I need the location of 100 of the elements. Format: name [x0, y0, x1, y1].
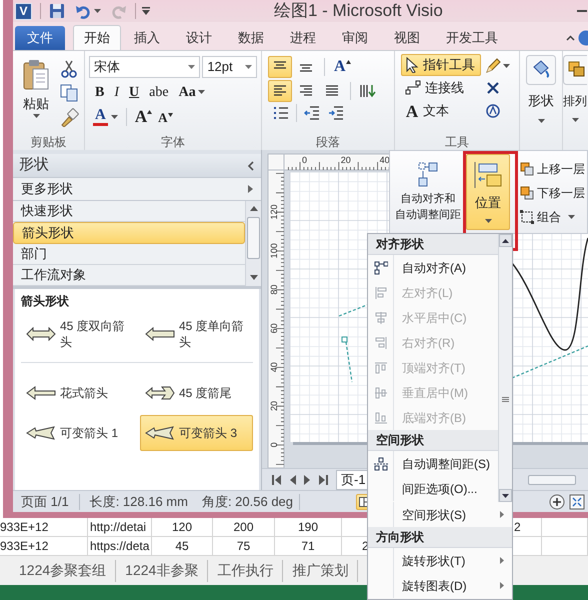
ruler-label: 40	[380, 155, 390, 165]
menu-item[interactable]: 自动调整间距(S)	[368, 451, 498, 476]
pencil-button[interactable]	[485, 56, 510, 76]
sheet-tab[interactable]: 推广策划	[283, 560, 358, 582]
bullet-list-icon[interactable]	[272, 104, 290, 122]
save-icon[interactable]	[49, 3, 65, 19]
text-size-button[interactable]: A	[331, 56, 354, 78]
ribbon-tab[interactable]: 开始	[73, 25, 121, 50]
copy-icon[interactable]	[59, 83, 79, 103]
arrow-shape-icon	[26, 327, 56, 341]
collapse-ribbon-icon[interactable]	[566, 35, 575, 41]
caret-up-icon	[346, 60, 351, 64]
pane-title: 形状	[19, 155, 49, 176]
format-button[interactable]: abe	[145, 82, 173, 102]
auto-align-button[interactable]: 自动对齐和 自动调整间距	[392, 154, 464, 233]
ribbon-tab[interactable]: 数据	[225, 25, 277, 50]
ribbon-tab[interactable]: 插入	[121, 25, 173, 50]
shape-master[interactable]: 45 度单向箭头	[140, 310, 253, 358]
format-button[interactable]: U	[125, 82, 144, 102]
format-button[interactable]: B	[91, 82, 108, 102]
menu-item[interactable]: 自动对齐(A)	[368, 255, 498, 280]
shape-master[interactable]: 45 度箭尾	[140, 375, 253, 411]
more-shapes-button[interactable]: 更多形状	[13, 178, 261, 201]
stencil-item[interactable]: 部门	[13, 244, 245, 265]
table-cell-text: https://deta	[89, 538, 150, 555]
shape-master[interactable]: 可变箭头 3	[140, 415, 253, 451]
stencil-item[interactable]: 箭头形状	[13, 222, 245, 244]
shape-styles-button[interactable]: 形状	[522, 55, 560, 133]
shrink-font-button[interactable]: A	[156, 106, 175, 128]
file-tab[interactable]: 文件	[15, 26, 65, 50]
caret-icon	[110, 115, 118, 119]
font-size-field[interactable]: 12pt	[202, 56, 257, 78]
sheet-tab[interactable]: 工作执行	[208, 560, 284, 582]
text-direction-icon[interactable]	[359, 82, 377, 100]
align-right-icon	[374, 336, 388, 350]
caret-icon	[32, 114, 40, 118]
ribbon-tab[interactable]: 审阅	[329, 25, 381, 50]
caret-icon	[568, 215, 575, 219]
ribbon-tab[interactable]: 开发工具	[433, 25, 511, 50]
ruler-label: 120	[269, 204, 279, 220]
group-label: 段落	[316, 134, 340, 150]
group-button[interactable]: 组合	[520, 206, 585, 228]
arrow-shape-icon	[26, 426, 56, 440]
font-field[interactable]: 宋体	[89, 56, 200, 78]
font-color-button[interactable]: A	[91, 106, 120, 128]
undo-icon[interactable]	[75, 3, 91, 19]
tool-button[interactable]: A 文本	[401, 100, 481, 122]
scroll-down-button[interactable]	[499, 489, 512, 502]
decrease-indent-icon[interactable]	[303, 104, 321, 122]
grow-font-button[interactable]: A	[132, 106, 154, 128]
ruler-label: 100	[269, 243, 279, 258]
arrange-button[interactable]: 排列	[563, 55, 587, 133]
scrollbar[interactable]	[498, 234, 512, 502]
position-button[interactable]: 位置	[466, 154, 510, 230]
format-button[interactable]: Aa	[174, 82, 209, 102]
paste-button[interactable]: 粘贴	[17, 57, 55, 131]
format-painter-icon[interactable]	[59, 107, 79, 127]
stencil-item[interactable]: 工作流对象	[13, 264, 245, 286]
group-label: 剪贴板	[30, 134, 66, 150]
sheet-tab[interactable]: 1224参聚套组	[10, 560, 116, 582]
zoom-in-icon[interactable]	[549, 494, 565, 510]
scrollbar[interactable]	[245, 201, 261, 286]
ribbon-tab[interactable]: 视图	[381, 25, 433, 50]
selection-handle[interactable]	[342, 336, 348, 342]
menu-item[interactable]: 旋转图表(D)	[368, 573, 512, 598]
shape-master[interactable]: 花式箭头	[21, 375, 134, 411]
first-page-icon[interactable]	[272, 474, 281, 484]
bring-forward-button[interactable]: 上移一层	[520, 158, 585, 180]
align-button[interactable]	[268, 80, 292, 102]
collapse-icon[interactable]	[247, 160, 255, 170]
shape-master[interactable]: 可变箭头 1	[21, 415, 134, 451]
caret-icon[interactable]	[94, 9, 101, 13]
shape-master[interactable]: 45 度双向箭头	[21, 310, 134, 358]
ruler-corner	[268, 154, 284, 170]
connection-point-icon[interactable]	[485, 102, 501, 118]
scrollbar[interactable]	[528, 474, 576, 484]
next-page-icon[interactable]	[304, 474, 311, 484]
send-backward-button[interactable]: 下移一层	[520, 182, 585, 204]
tool-button[interactable]: 连接线	[401, 77, 481, 99]
triangle-up-icon	[502, 238, 509, 242]
menu-item[interactable]: 间距选项(O)...	[368, 476, 498, 501]
help-icon[interactable]	[578, 30, 588, 46]
customize-caret-icon[interactable]	[142, 7, 150, 15]
tool-button[interactable]: 指针工具	[401, 54, 481, 76]
sheet-tab[interactable]: 1224非参聚	[116, 560, 208, 582]
table-cell-text: 120	[170, 519, 194, 536]
ribbon-tab[interactable]: 设计	[173, 25, 225, 50]
format-button[interactable]: I	[110, 82, 124, 102]
previous-page-icon[interactable]	[289, 474, 296, 484]
increase-indent-icon[interactable]	[327, 104, 345, 122]
fit-page-icon[interactable]	[569, 494, 585, 510]
arrow-shape-icon	[145, 426, 175, 440]
last-page-icon[interactable]	[319, 474, 328, 484]
scissors-icon[interactable]	[59, 59, 79, 79]
close-icon[interactable]	[485, 80, 501, 96]
scroll-up-button[interactable]	[499, 234, 512, 247]
align-button[interactable]	[268, 56, 292, 78]
ribbon-tab[interactable]: 进程	[277, 25, 329, 50]
menu-item[interactable]: 旋转形状(T)	[368, 548, 512, 573]
pencil-icon	[485, 58, 501, 74]
